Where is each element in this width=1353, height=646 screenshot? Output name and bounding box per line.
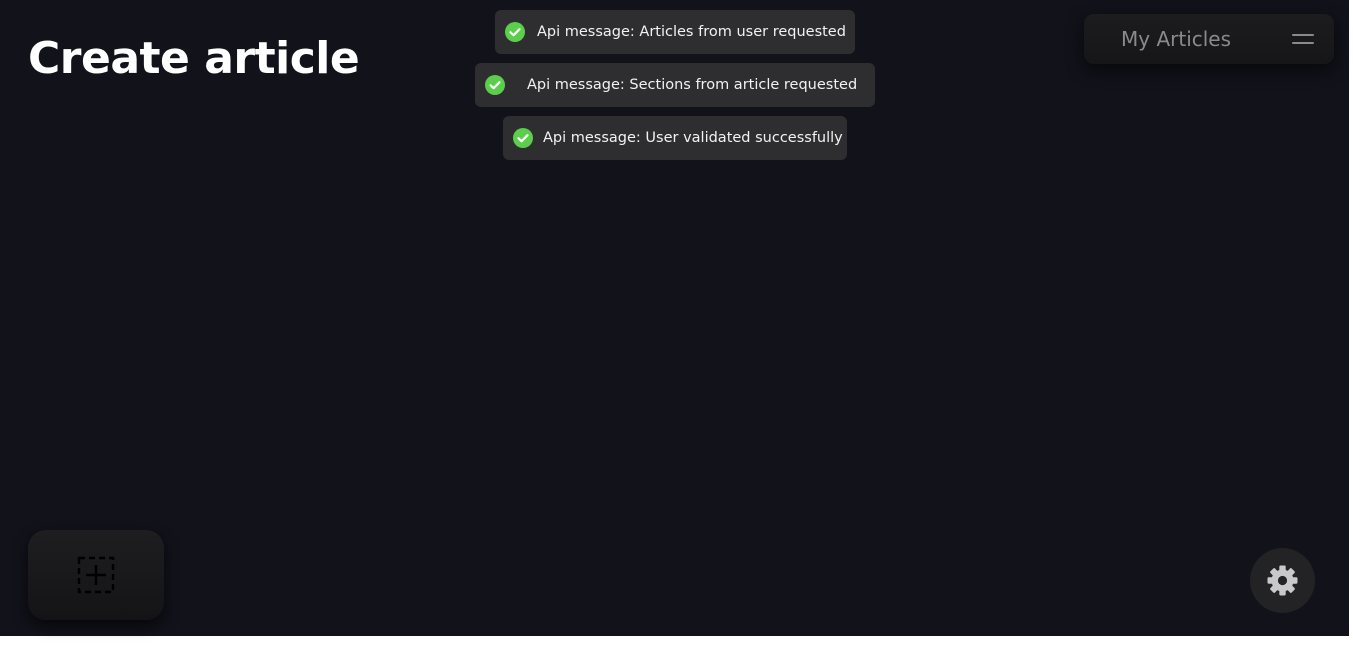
app-background: Create article Api message: Articles fro… (0, 0, 1349, 636)
menu-icon (1292, 34, 1314, 44)
toast-notification[interactable]: Api message: User validated successfully (503, 116, 847, 160)
check-circle-icon (513, 128, 533, 148)
toast-message: Api message: Articles from user requeste… (537, 24, 846, 40)
my-articles-menu-button[interactable]: My Articles (1084, 14, 1334, 64)
toast-notification[interactable]: Api message: Articles from user requeste… (495, 10, 855, 54)
add-section-button[interactable] (28, 530, 164, 620)
check-circle-icon (485, 75, 505, 95)
toast-notification[interactable]: Api message: Sections from article reque… (475, 63, 875, 107)
page-title: Create article (28, 33, 360, 84)
toast-message: Api message: User validated successfully (543, 130, 843, 146)
check-circle-icon (505, 22, 525, 42)
settings-button[interactable] (1250, 548, 1315, 613)
toast-message: Api message: Sections from article reque… (527, 77, 858, 93)
gear-icon (1267, 565, 1298, 596)
add-section-icon (77, 556, 115, 594)
my-articles-label: My Articles (1121, 27, 1232, 51)
